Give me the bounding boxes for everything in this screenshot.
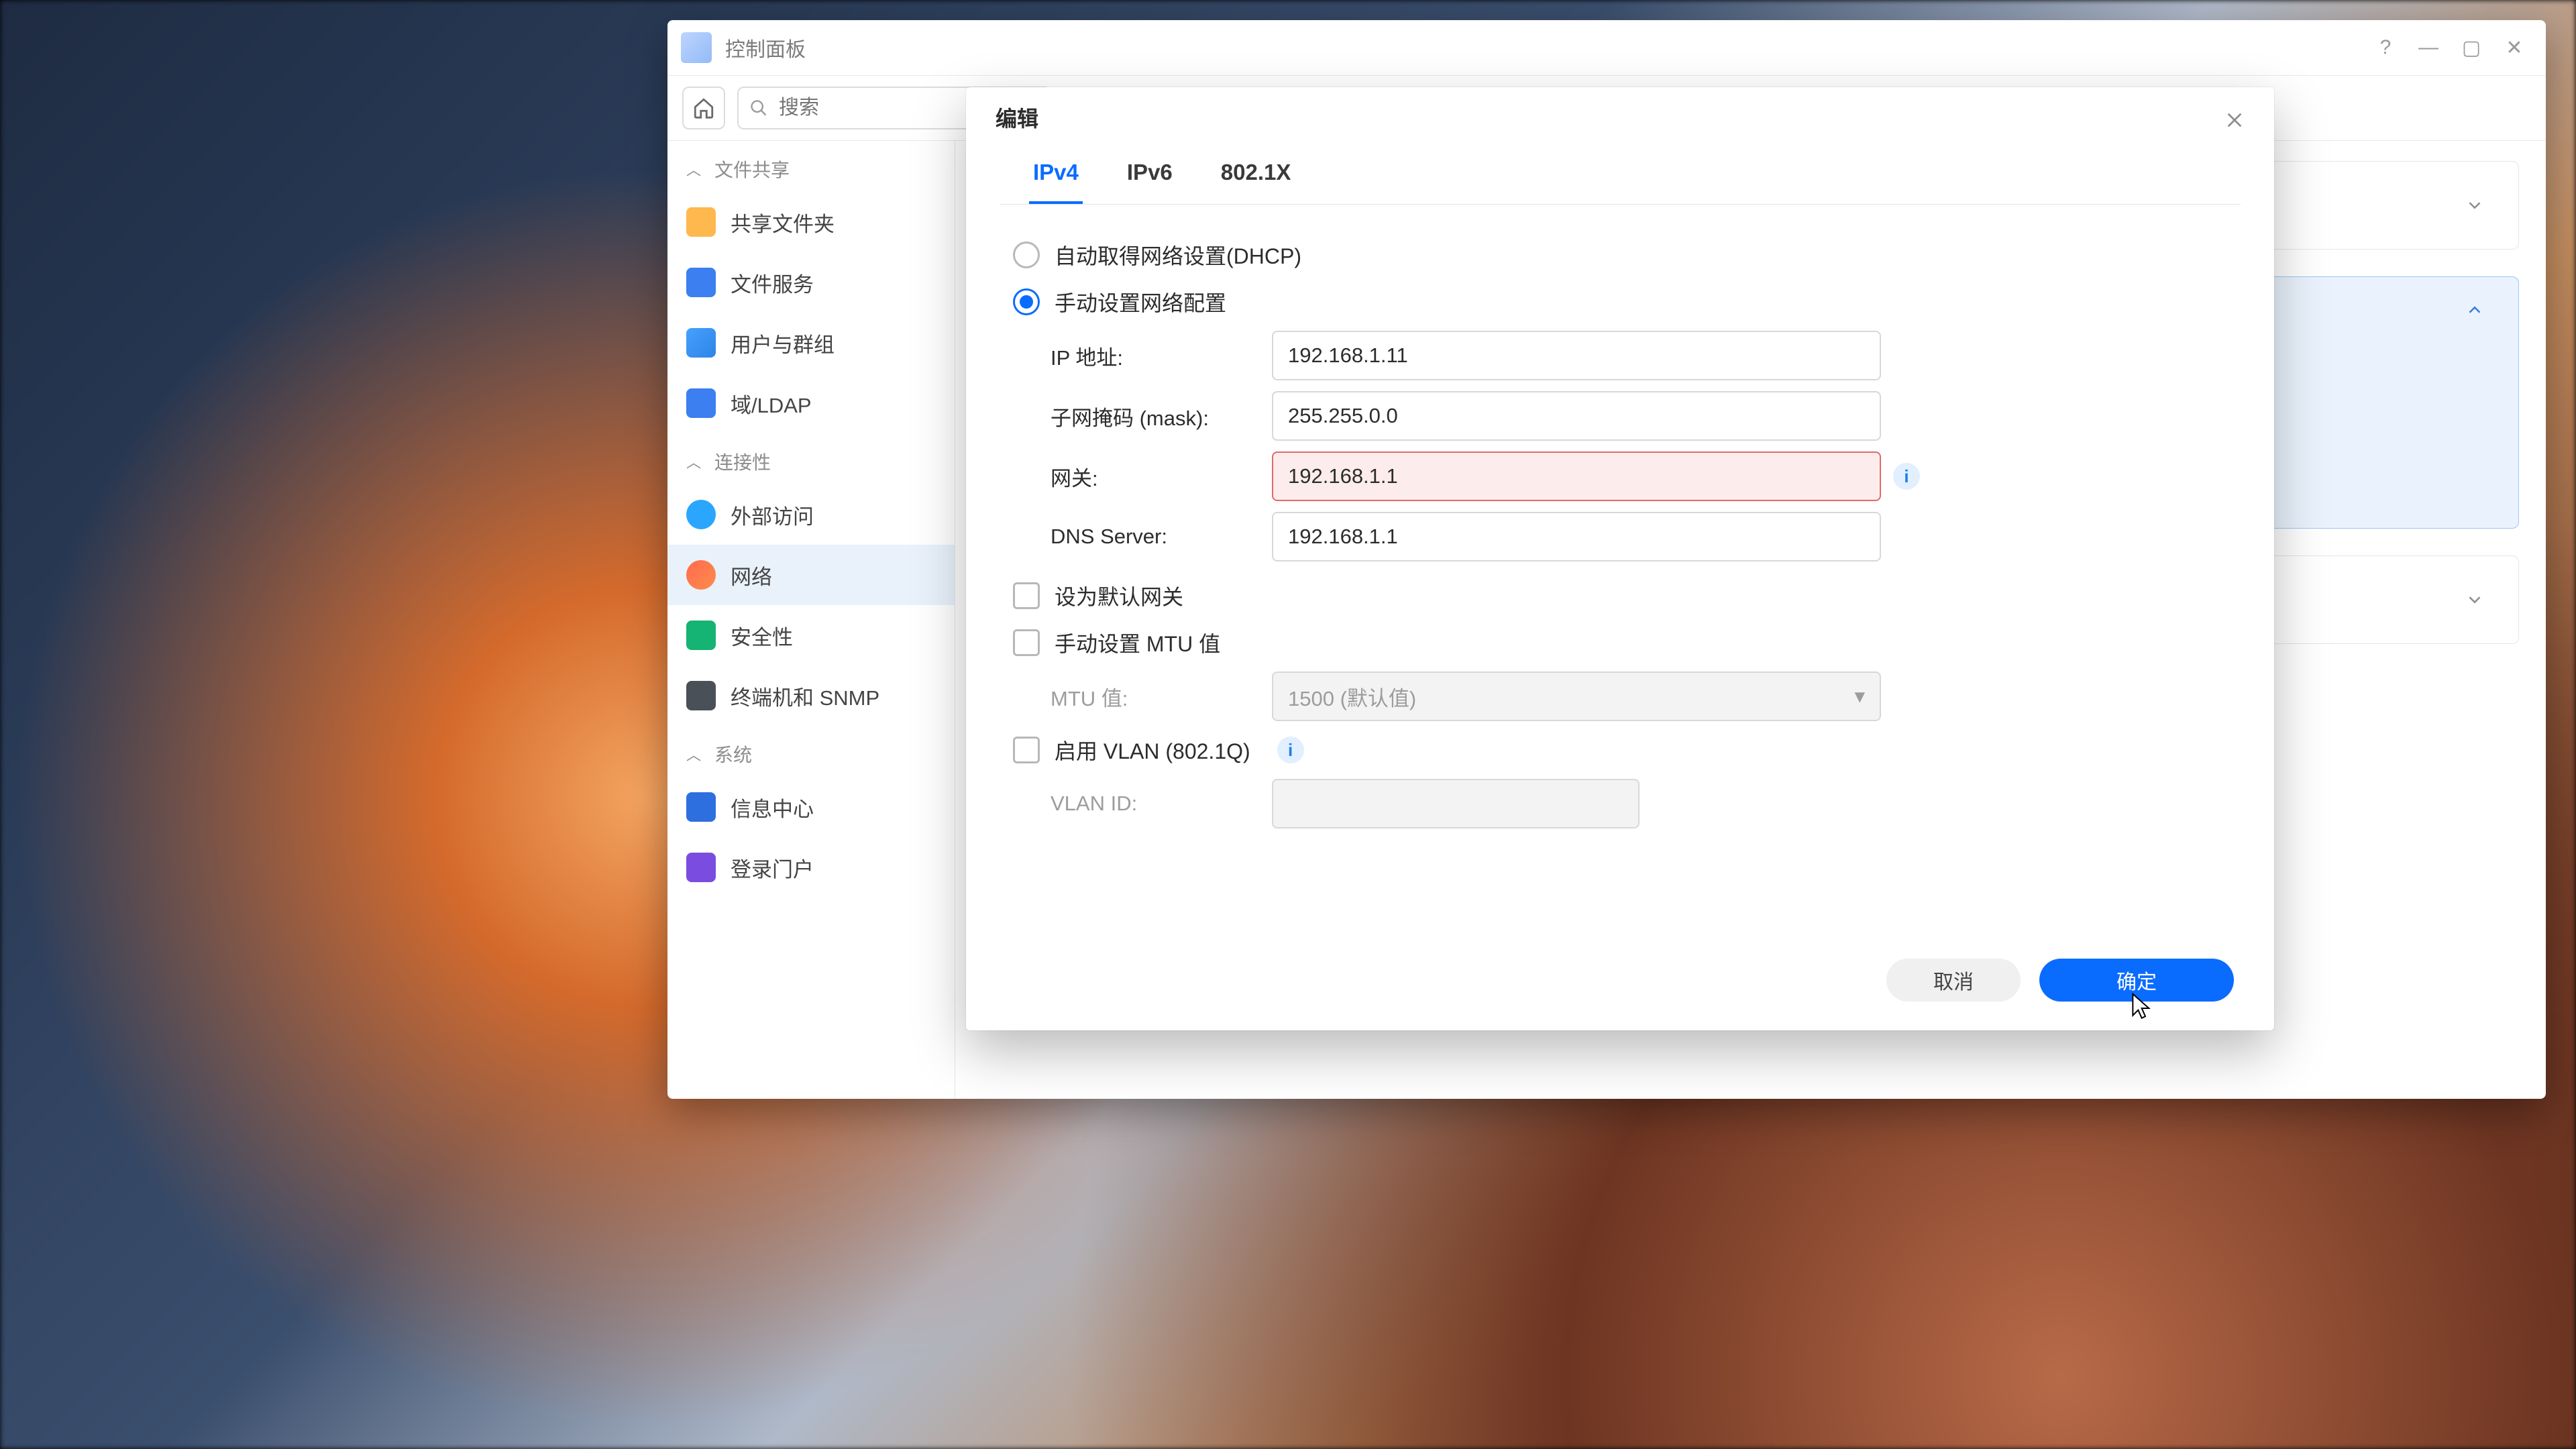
input-gateway[interactable] bbox=[1272, 451, 1881, 501]
label-dns-server: DNS Server: bbox=[1051, 525, 1272, 549]
label-vlan-id: VLAN ID: bbox=[1051, 792, 1272, 816]
edit-network-modal: 编辑 IPv4 IPv6 802.1X 自动取得网络设置(DHCP) 手动设置网… bbox=[966, 87, 2274, 1030]
info-icon[interactable]: i bbox=[1277, 737, 1304, 763]
input-vlan-id bbox=[1272, 779, 1640, 828]
modal-tabs: IPv4 IPv6 802.1X bbox=[1000, 148, 2241, 205]
close-icon bbox=[2224, 109, 2245, 131]
modal-title: 编辑 bbox=[996, 102, 1038, 133]
checkbox-icon bbox=[1013, 582, 1040, 609]
modal-overlay: 编辑 IPv4 IPv6 802.1X 自动取得网络设置(DHCP) 手动设置网… bbox=[0, 0, 2576, 1449]
tab-ipv4[interactable]: IPv4 bbox=[1029, 148, 1083, 204]
input-dns-server[interactable] bbox=[1272, 512, 1881, 561]
label-ip-address: IP 地址: bbox=[1051, 341, 1272, 371]
modal-footer: 取消 确定 bbox=[966, 943, 2274, 1030]
cancel-button[interactable]: 取消 bbox=[1886, 959, 2021, 1002]
label-mtu-value: MTU 值: bbox=[1051, 682, 1272, 712]
select-mtu: 1500 (默认值) ▾ bbox=[1272, 672, 1881, 721]
input-subnet-mask[interactable] bbox=[1272, 391, 1881, 441]
checkbox-enable-vlan[interactable]: 启用 VLAN (802.1Q) i bbox=[1013, 727, 2227, 773]
checkbox-label: 设为默认网关 bbox=[1055, 580, 1183, 611]
checkbox-icon bbox=[1013, 737, 1040, 763]
checkbox-label: 启用 VLAN (802.1Q) bbox=[1055, 735, 1250, 765]
label-subnet-mask: 子网掩码 (mask): bbox=[1051, 401, 1272, 431]
checkbox-manual-mtu[interactable]: 手动设置 MTU 值 bbox=[1013, 619, 2227, 666]
chevron-down-icon: ▾ bbox=[1854, 684, 1865, 708]
checkbox-default-gateway[interactable]: 设为默认网关 bbox=[1013, 572, 2227, 619]
checkbox-label: 手动设置 MTU 值 bbox=[1055, 627, 1220, 658]
radio-manual[interactable]: 手动设置网络配置 bbox=[1013, 278, 2227, 325]
modal-header: 编辑 bbox=[966, 87, 2274, 148]
radio-icon-checked bbox=[1013, 288, 1040, 315]
tab-8021x[interactable]: 802.1X bbox=[1217, 148, 1295, 204]
modal-close-button[interactable] bbox=[2218, 103, 2251, 137]
tab-ipv6[interactable]: IPv6 bbox=[1123, 148, 1177, 204]
modal-body: 自动取得网络设置(DHCP) 手动设置网络配置 IP 地址: 子网掩码 (mas… bbox=[966, 205, 2274, 943]
select-mtu-value: 1500 (默认值) bbox=[1288, 682, 1416, 712]
info-icon[interactable]: i bbox=[1893, 463, 1920, 490]
radio-label: 手动设置网络配置 bbox=[1055, 286, 1226, 317]
checkbox-icon bbox=[1013, 629, 1040, 656]
radio-label: 自动取得网络设置(DHCP) bbox=[1055, 239, 1301, 270]
radio-dhcp[interactable]: 自动取得网络设置(DHCP) bbox=[1013, 231, 2227, 278]
label-gateway: 网关: bbox=[1051, 462, 1272, 492]
ok-button[interactable]: 确定 bbox=[2039, 959, 2234, 1002]
radio-icon bbox=[1013, 241, 1040, 268]
input-ip-address[interactable] bbox=[1272, 331, 1881, 380]
